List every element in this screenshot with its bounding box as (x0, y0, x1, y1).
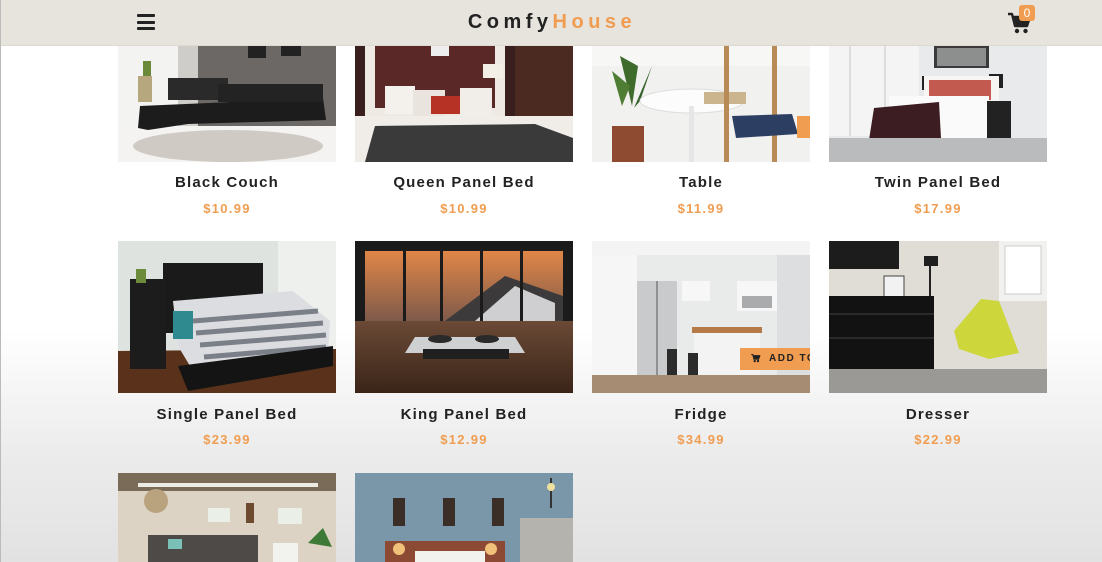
product-image-single-panel-bed[interactable] (118, 241, 336, 393)
product-name[interactable]: Fridge (592, 406, 810, 423)
brand-logo: ComfyHouse (467, 11, 637, 33)
navbar: ComfyHouse 0 (1, 0, 1102, 46)
product-name[interactable]: Queen Panel Bed (355, 174, 573, 191)
product-price: $22.99 (914, 432, 962, 447)
product-price: $23.99 (203, 432, 251, 447)
product-image-king-panel-bed[interactable] (355, 241, 573, 393)
product-price: $34.99 (677, 432, 725, 447)
product-image-table[interactable] (592, 46, 810, 162)
product-name[interactable]: Black Couch (118, 174, 336, 191)
product-price: $12.99 (440, 432, 488, 447)
cart-icon (751, 354, 761, 363)
product-price: $17.99 (914, 201, 962, 216)
product-name[interactable]: Table (592, 174, 810, 191)
product-price: $10.99 (440, 201, 488, 216)
product-price: $11.99 (677, 201, 725, 216)
product-image-living-room[interactable] (118, 473, 336, 562)
product-image-black-couch[interactable] (118, 46, 336, 162)
product-name[interactable]: King Panel Bed (355, 406, 573, 423)
product-image-bedroom[interactable] (355, 473, 573, 562)
cart-count-badge: 0 (1019, 5, 1035, 21)
product-image-fridge[interactable] (592, 241, 810, 393)
product-image-dresser[interactable] (829, 241, 1047, 393)
product-image-queen-panel-bed[interactable] (355, 46, 573, 162)
product-image-twin-panel-bed[interactable] (829, 46, 1047, 162)
product-name[interactable]: Dresser (829, 406, 1047, 423)
product-name[interactable]: Twin Panel Bed (829, 174, 1047, 191)
add-to-cart-button[interactable]: ADD TO (740, 348, 810, 370)
product-price: $10.99 (203, 201, 251, 216)
product-name[interactable]: Single Panel Bed (118, 406, 336, 423)
